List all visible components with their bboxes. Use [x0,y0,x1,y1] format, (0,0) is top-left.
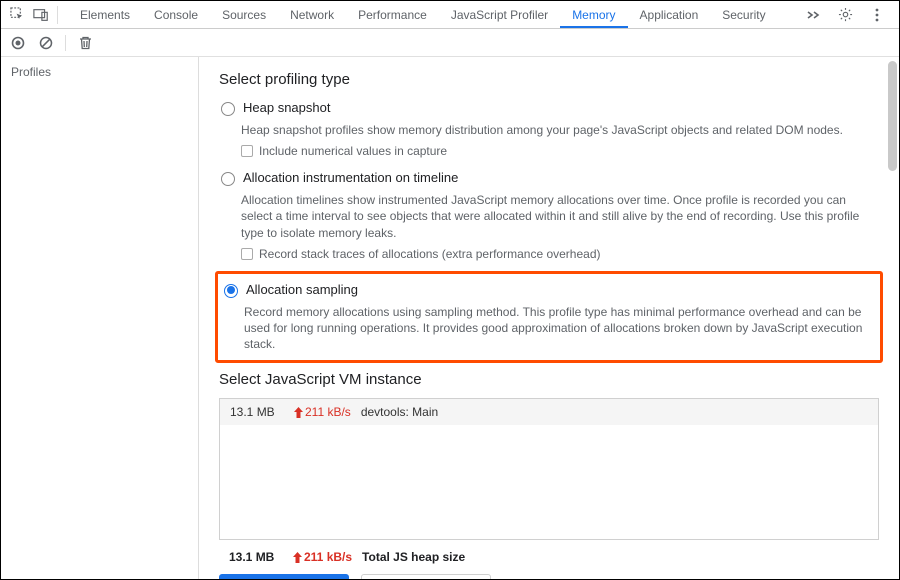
tab-performance[interactable]: Performance [346,1,439,28]
alloc-sampling-desc: Record memory allocations using sampling… [244,304,864,353]
summary-rate: 211 kB/s [293,550,352,564]
button-row: Start Load [219,574,879,579]
radio-alloc-sampling[interactable]: Allocation sampling [222,280,874,304]
radio-icon [224,284,238,298]
divider [57,6,58,24]
sub-option-label: Record stack traces of allocations (extr… [259,247,601,261]
tab-memory[interactable]: Memory [560,1,627,28]
sidebar-profiles-heading: Profiles [1,61,198,83]
sidebar: Profiles [1,57,199,579]
content-pane: Select profiling type Heap snapshot Heap… [199,57,899,579]
allocation-sampling-highlight: Allocation sampling Record memory alloca… [215,271,883,364]
vm-instance-box: 13.1 MB 211 kB/s devtools: Main [219,398,879,540]
tab-network[interactable]: Network [278,1,346,28]
more-tabs-icon[interactable] [801,3,825,27]
tab-console[interactable]: Console [142,1,210,28]
arrow-up-icon [294,407,303,418]
select-vm-heading: Select JavaScript VM instance [219,371,879,388]
start-button[interactable]: Start [219,574,349,579]
tab-js-profiler[interactable]: JavaScript Profiler [439,1,560,28]
divider [65,35,66,51]
profile-toolbar [1,29,899,57]
alloc-timeline-desc: Allocation timelines show instrumented J… [241,192,861,241]
load-button[interactable]: Load [361,574,491,579]
kebab-menu-icon[interactable] [865,3,889,27]
device-toggle-icon[interactable] [29,3,53,27]
alloc-timeline-sub-option[interactable]: Record stack traces of allocations (extr… [241,247,879,261]
inspect-icon[interactable] [5,3,29,27]
tab-sources[interactable]: Sources [210,1,278,28]
vm-row-size: 13.1 MB [230,405,284,419]
heap-snapshot-desc: Heap snapshot profiles show memory distr… [241,122,861,138]
vm-instance-row[interactable]: 13.1 MB 211 kB/s devtools: Main [220,399,878,425]
arrow-up-icon [293,552,302,563]
tabs-container: Elements Console Sources Network Perform… [68,1,801,28]
checkbox-icon [241,248,253,260]
tab-application[interactable]: Application [628,1,711,28]
summary-rate-value: 211 kB/s [304,550,352,564]
radio-alloc-timeline[interactable]: Allocation instrumentation on timeline [219,168,879,192]
radio-icon [221,172,235,186]
clear-icon[interactable] [37,34,55,52]
radio-heap-snapshot[interactable]: Heap snapshot [219,98,879,122]
summary-label: Total JS heap size [362,550,465,564]
radio-icon [221,102,235,116]
vm-row-name: devtools: Main [361,405,438,419]
scrollbar[interactable] [888,61,897,171]
devtools-tab-bar: Elements Console Sources Network Perform… [1,1,899,29]
vm-row-rate-value: 211 kB/s [305,405,351,419]
vm-row-rate: 211 kB/s [294,405,351,419]
gear-icon[interactable] [833,3,857,27]
sub-option-label: Include numerical values in capture [259,144,447,158]
heap-summary-row: 13.1 MB 211 kB/s Total JS heap size [219,548,879,566]
radio-label: Allocation sampling [246,282,358,297]
main-area: Profiles Select profiling type Heap snap… [1,57,899,579]
checkbox-icon [241,145,253,157]
radio-label: Allocation instrumentation on timeline [243,170,458,185]
trash-icon[interactable] [76,34,94,52]
summary-size: 13.1 MB [229,550,283,564]
heap-snapshot-sub-option[interactable]: Include numerical values in capture [241,144,879,158]
radio-label: Heap snapshot [243,100,330,115]
record-icon[interactable] [9,34,27,52]
tab-security[interactable]: Security [710,1,777,28]
select-profiling-type-heading: Select profiling type [219,71,879,88]
tab-elements[interactable]: Elements [68,1,142,28]
tabbar-right [801,3,895,27]
